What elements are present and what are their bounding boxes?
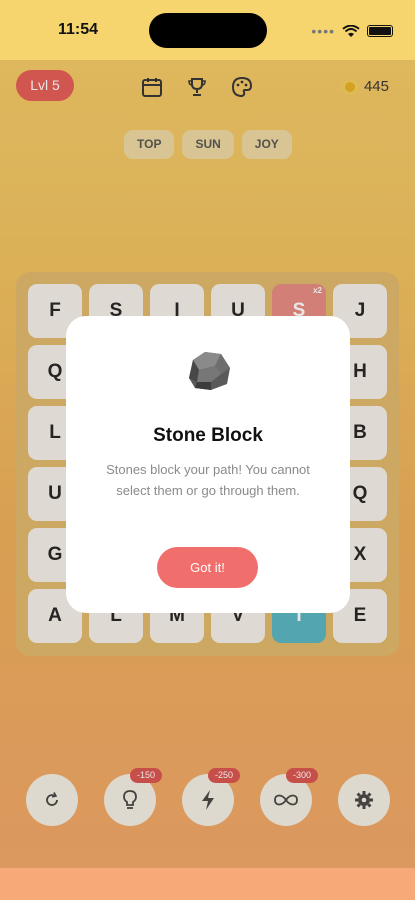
status-bar: 11:54 •••• <box>0 0 415 60</box>
dynamic-island <box>149 13 267 48</box>
dialog-message: Stones block your path! You cannot selec… <box>106 462 310 498</box>
footer-strip <box>0 868 415 900</box>
status-time: 11:54 <box>58 21 99 38</box>
signal-dots-icon: •••• <box>311 23 335 39</box>
got-it-button[interactable]: Got it! <box>157 547 258 588</box>
stone-icon <box>189 352 230 390</box>
stone-block-dialog: Stone Block Stones block your path! You … <box>66 316 350 613</box>
dialog-title: Stone Block <box>153 425 263 446</box>
status-icons: •••• <box>311 23 393 39</box>
battery-icon <box>367 25 393 37</box>
wifi-icon <box>342 24 360 37</box>
